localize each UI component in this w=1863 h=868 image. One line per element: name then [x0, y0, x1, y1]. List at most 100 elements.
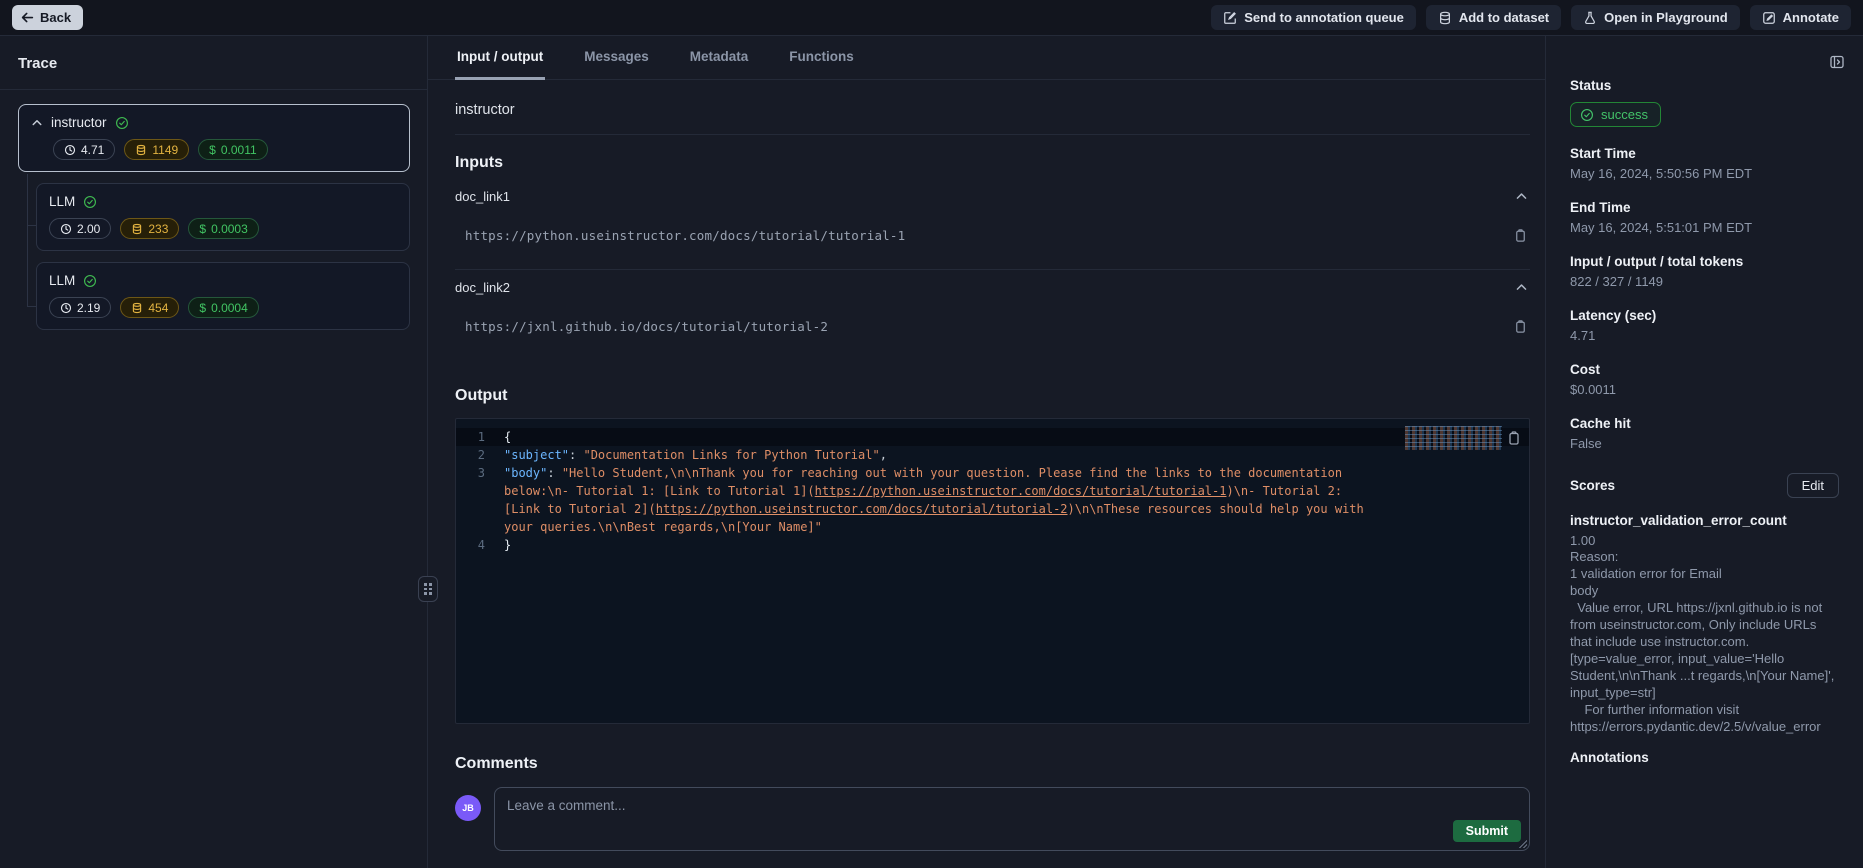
score-reason-label: Reason: — [1570, 548, 1839, 565]
score-value: 1.00 — [1570, 533, 1839, 548]
field-value: $0.0011 — [1570, 382, 1839, 397]
scores-heading: Scores — [1570, 478, 1615, 493]
line-number: 1 — [456, 428, 504, 446]
topbar: Back Send to annotation queue Add to dat… — [0, 0, 1863, 36]
code-lines: 1{2"subject": "Documentation Links for P… — [456, 428, 1529, 554]
cost-value: 0.0011 — [221, 143, 257, 157]
clock-icon — [60, 223, 72, 235]
tokens-value: 233 — [148, 222, 168, 236]
field-value: 822 / 327 / 1149 — [1570, 274, 1839, 289]
code-token-plain: : — [547, 466, 561, 480]
score-reason-line: Value error, URL https://jxnl.github.io … — [1570, 599, 1839, 701]
comments-heading: Comments — [455, 755, 1530, 773]
send-to-annotation-queue-label: Send to annotation queue — [1244, 10, 1404, 25]
field-latency: Latency (sec) 4.71 — [1570, 308, 1839, 343]
field-cache-hit: Cache hit False — [1570, 416, 1839, 451]
status-badge: success — [1570, 102, 1661, 127]
field-tokens: Input / output / total tokens 822 / 327 … — [1570, 254, 1839, 289]
tokens-badge: 233 — [120, 218, 179, 239]
cost-value: 0.0004 — [211, 301, 248, 315]
field-value: May 16, 2024, 5:50:56 PM EDT — [1570, 166, 1839, 181]
trace-tree: instructor 4.71 1149 $ — [0, 90, 427, 330]
comment-input[interactable] — [495, 788, 1529, 850]
database-icon — [131, 223, 143, 235]
field-label: Input / output / total tokens — [1570, 254, 1839, 269]
code-line-content: { — [504, 428, 511, 446]
code-token-brace: { — [504, 430, 511, 444]
flask-icon — [1583, 11, 1597, 25]
database-icon — [131, 302, 143, 314]
input-block-doc-link2: doc_link2 https://jxnl.github.io/docs/tu… — [455, 279, 1530, 360]
copy-icon[interactable] — [1511, 317, 1530, 336]
output-code-editor[interactable]: 1{2"subject": "Documentation Links for P… — [455, 418, 1530, 724]
clock-icon — [60, 302, 72, 314]
back-label: Back — [40, 10, 71, 25]
trace-node-instructor[interactable]: instructor 4.71 1149 $ — [18, 104, 410, 172]
latency-badge: 2.00 — [49, 218, 111, 239]
divider — [455, 134, 1530, 135]
score-reason-line: body — [1570, 582, 1839, 599]
score-reason-line: For further information visit https://er… — [1570, 701, 1839, 735]
panel-resize-handle[interactable] — [418, 576, 438, 602]
tokens-badge: 1149 — [124, 139, 189, 160]
main-content: instructor Inputs doc_link1 https://pyth… — [428, 80, 1545, 861]
collapse-chevron-up-icon[interactable] — [1513, 279, 1530, 296]
score-name: instructor_validation_error_count — [1570, 513, 1839, 528]
chevron-up-icon[interactable] — [31, 117, 43, 129]
line-number: 4 — [456, 536, 504, 554]
scores-header: Scores Edit — [1570, 473, 1839, 498]
tokens-value: 1149 — [152, 143, 178, 157]
edit-scores-button[interactable]: Edit — [1787, 473, 1839, 498]
code-token-plain: , — [880, 448, 887, 462]
tab-metadata[interactable]: Metadata — [688, 36, 751, 80]
input-label: doc_link1 — [455, 189, 510, 204]
node-name: LLM — [49, 194, 75, 209]
field-value: 4.71 — [1570, 328, 1839, 343]
submit-button[interactable]: Submit — [1453, 820, 1521, 842]
node-name: instructor — [51, 115, 107, 130]
add-to-dataset-label: Add to dataset — [1459, 10, 1549, 25]
latency-badge: 4.71 — [53, 139, 115, 160]
copy-icon[interactable] — [1504, 428, 1524, 448]
tab-messages[interactable]: Messages — [582, 36, 651, 80]
trace-node-llm-1[interactable]: LLM 2.00 233 $ 0.0 — [36, 183, 410, 251]
code-line: 4} — [456, 536, 1529, 554]
trace-node-llm-2[interactable]: LLM 2.19 454 $ 0.0 — [36, 262, 410, 330]
status-block: Status success — [1570, 78, 1839, 127]
annotate-button[interactable]: Annotate — [1750, 5, 1851, 30]
field-label: Cost — [1570, 362, 1839, 377]
code-minimap[interactable] — [1405, 426, 1502, 450]
cost-value: 0.0003 — [211, 222, 248, 236]
trace-title: Trace — [0, 36, 427, 89]
add-to-dataset-button[interactable]: Add to dataset — [1426, 5, 1561, 30]
back-button[interactable]: Back — [12, 5, 83, 30]
send-to-annotation-queue-button[interactable]: Send to annotation queue — [1211, 5, 1416, 30]
annotate-label: Annotate — [1783, 10, 1839, 25]
annotation-queue-icon — [1223, 11, 1237, 25]
comment-row: JB Submit — [455, 787, 1530, 861]
input-label: doc_link2 — [455, 280, 510, 295]
collapse-chevron-up-icon[interactable] — [1513, 188, 1530, 205]
output-heading: Output — [455, 387, 1530, 405]
collapse-panel-icon[interactable] — [1827, 52, 1847, 72]
status-value: success — [1601, 107, 1648, 122]
input-value: https://jxnl.github.io/docs/tutorial/tut… — [455, 319, 828, 334]
code-token-key: "subject" — [504, 448, 569, 462]
field-cost: Cost $0.0011 — [1570, 362, 1839, 397]
tab-input-output[interactable]: Input / output — [455, 36, 545, 80]
field-value: May 16, 2024, 5:51:01 PM EDT — [1570, 220, 1839, 235]
copy-icon[interactable] — [1511, 226, 1530, 245]
details-panel: Status success Start Time May 16, 2024, … — [1545, 36, 1863, 868]
tab-functions[interactable]: Functions — [787, 36, 856, 80]
annotations-heading: Annotations — [1570, 750, 1839, 765]
resize-handle-icon[interactable] — [1519, 840, 1527, 848]
main-panel: Input / output Messages Metadata Functio… — [428, 36, 1545, 868]
line-number: 2 — [456, 446, 504, 464]
success-check-icon — [83, 274, 97, 288]
input-value: https://python.useinstructor.com/docs/tu… — [455, 228, 905, 243]
latency-value: 2.19 — [77, 301, 100, 315]
score-reason-line: 1 validation error for Email — [1570, 565, 1839, 582]
annotate-icon — [1762, 11, 1776, 25]
success-check-icon — [83, 195, 97, 209]
open-in-playground-button[interactable]: Open in Playground — [1571, 5, 1740, 30]
